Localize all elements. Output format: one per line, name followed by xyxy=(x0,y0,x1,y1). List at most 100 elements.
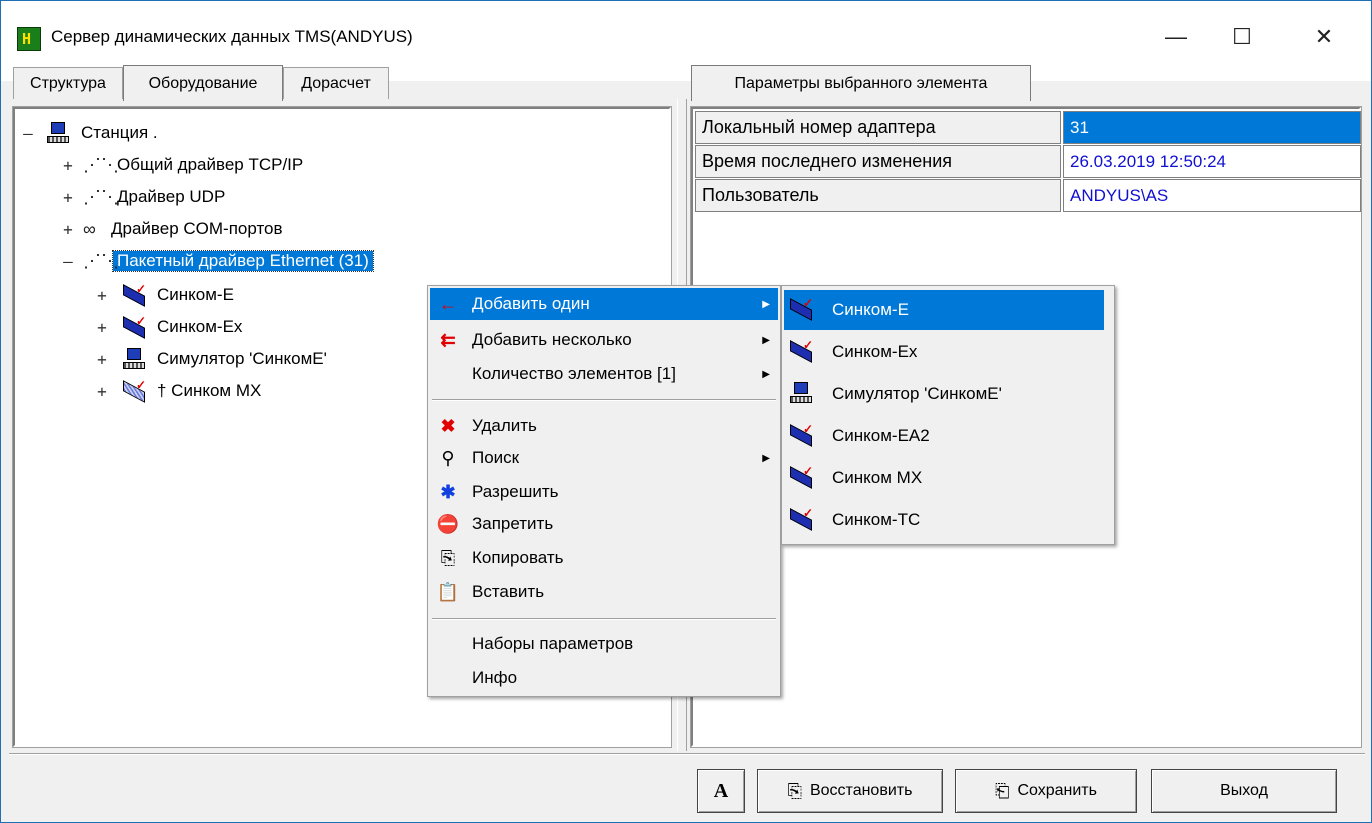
menu-item-paste[interactable]: 📋 Вставить xyxy=(430,576,778,608)
save-button[interactable]: ⎗ Сохранить xyxy=(955,769,1137,813)
device-icon: ✓ xyxy=(790,338,814,363)
menu-item-label: Вставить xyxy=(472,582,545,601)
device-icon: ✓ xyxy=(790,506,814,531)
bottom-divider xyxy=(9,753,1365,755)
tree-node-label: Станция . xyxy=(81,123,158,142)
tab-selected-params[interactable]: Параметры выбранного элемента xyxy=(691,65,1031,101)
forbid-icon: ⛔ xyxy=(436,513,460,534)
submenu-item-label: Синком-Е xyxy=(832,300,909,319)
submenu-item-sincom-e[interactable]: ✓ Синком-Е xyxy=(784,290,1104,330)
property-value[interactable]: ANDYUS\AS xyxy=(1063,179,1361,212)
expand-icon[interactable]: + xyxy=(95,318,109,337)
computer-icon xyxy=(123,348,147,370)
device-icon: ✓ xyxy=(790,296,814,321)
tree-node-label: Синком-Е xyxy=(157,285,234,304)
menu-item-add-one[interactable]: ← Добавить один ▶ xyxy=(430,288,778,320)
font-button[interactable]: A xyxy=(697,769,745,813)
menu-item-param-sets[interactable]: Наборы параметров xyxy=(430,628,778,660)
tree-node-label: Общий драйвер TCP/IP xyxy=(117,155,304,174)
tab-recalc[interactable]: Дорасчет xyxy=(283,67,389,99)
tree-node-device[interactable]: + Симулятор 'СинкомЕ' xyxy=(95,345,331,373)
tree-node-label: Синком-Ех xyxy=(157,317,243,336)
tree-node-device[interactable]: + ✓ Синком-Е xyxy=(95,281,238,309)
menu-item-enable[interactable]: ✱ Разрешить xyxy=(430,476,778,508)
save-label: Сохранить xyxy=(1017,782,1097,799)
tree-node-device[interactable]: + ✓ † Синком МХ xyxy=(95,377,265,405)
expand-icon[interactable]: + xyxy=(61,188,75,207)
expand-icon[interactable]: + xyxy=(61,156,75,175)
tree-node-driver[interactable]: + ∞ Драйвер COM-портов xyxy=(61,215,287,243)
menu-item-delete[interactable]: ✖ Удалить xyxy=(430,410,778,442)
tree-node-label: Драйвер COM-портов xyxy=(111,219,283,238)
computer-icon xyxy=(790,382,812,404)
expand-icon[interactable]: + xyxy=(95,350,109,369)
save-icon: ⎗ xyxy=(995,780,1010,801)
tree-node-label: Пакетный драйвер Ethernet (31) xyxy=(112,250,374,272)
submenu-item-label: Симулятор 'СинкомЕ' xyxy=(832,384,1002,403)
expand-icon[interactable]: + xyxy=(95,382,109,401)
menu-item-label: Копировать xyxy=(472,548,564,567)
menu-item-info[interactable]: Инфо xyxy=(430,662,778,694)
expand-icon[interactable]: + xyxy=(95,286,109,305)
menu-item-label: Запретить xyxy=(472,514,554,533)
menu-item-label: Добавить несколько xyxy=(472,330,632,349)
device-icon: ✓ xyxy=(123,282,147,307)
menu-item-label: Поиск xyxy=(472,448,520,467)
menu-item-add-several[interactable]: ⇇ Добавить несколько ▶ xyxy=(430,324,778,356)
submenu-item-label: Синком-ТС xyxy=(832,510,921,529)
network-icon: ⋰⋱ xyxy=(83,155,119,175)
restore-icon: ⎘ xyxy=(787,780,802,801)
property-name: Локальный номер адаптера xyxy=(695,111,1061,144)
minimize-button[interactable]: — xyxy=(1151,17,1201,57)
menu-item-label: Добавить один xyxy=(472,294,590,313)
collapse-icon[interactable]: – xyxy=(21,124,35,143)
restore-button[interactable]: ⎘ Восстановить xyxy=(757,769,943,813)
restore-label: Восстановить xyxy=(809,782,913,799)
menu-separator xyxy=(432,399,776,401)
submenu-item-sincom-ex[interactable]: ✓ Синком-Ех xyxy=(784,332,1104,372)
submenu-item-sincom-ea2[interactable]: ✓ Синком-ЕА2 xyxy=(784,416,1104,456)
tree-node-label: Симулятор 'СинкомЕ' xyxy=(157,349,327,368)
tree-node-station[interactable]: – Станция . xyxy=(21,119,162,147)
property-value[interactable]: 31 xyxy=(1063,111,1361,144)
menu-item-search[interactable]: ⚲ Поиск ▶ xyxy=(430,442,778,474)
maximize-button[interactable]: ☐ xyxy=(1217,17,1267,57)
tree-node-label: Драйвер UDP xyxy=(117,187,226,206)
property-value[interactable]: 26.03.2019 12:50:24 xyxy=(1063,145,1361,178)
submenu-item-label: Синком МХ xyxy=(832,468,923,487)
tree-node-device[interactable]: + ✓ Синком-Ех xyxy=(95,313,246,341)
collapse-icon[interactable]: – xyxy=(61,252,75,271)
double-arrow-left-icon: ⇇ xyxy=(440,329,456,350)
computer-icon xyxy=(47,122,71,144)
menu-item-element-count[interactable]: Количество элементов [1] ▶ xyxy=(430,358,778,390)
paste-icon: 📋 xyxy=(436,581,460,602)
enable-icon: ✱ xyxy=(440,481,456,502)
tree-node-driver[interactable]: + ⋰⋱ Драйвер UDP xyxy=(61,183,229,211)
property-name: Пользователь xyxy=(695,179,1061,212)
tree-node-driver[interactable]: + ⋰⋱ Общий драйвер TCP/IP xyxy=(61,151,307,179)
tab-equipment[interactable]: Оборудование xyxy=(123,65,283,101)
expand-icon[interactable]: + xyxy=(61,220,75,239)
tab-structure[interactable]: Структура xyxy=(13,67,123,99)
close-button[interactable]: ✕ xyxy=(1299,17,1349,57)
menu-item-label: Инфо xyxy=(472,668,518,687)
submenu-item-sincom-tc[interactable]: ✓ Синком-ТС xyxy=(784,500,1104,540)
submenu-item-sincom-mx[interactable]: ✓ Синком МХ xyxy=(784,458,1104,498)
tree-node-label: † Синком МХ xyxy=(157,381,262,400)
menu-item-copy[interactable]: ⎘ Копировать xyxy=(430,542,778,574)
menu-separator xyxy=(432,618,776,620)
submenu-arrow-icon: ▶ xyxy=(762,368,770,380)
window-title: Сервер динамических данных TMS(ANDYUS) xyxy=(51,27,413,46)
exit-button[interactable]: Выход xyxy=(1151,769,1337,813)
submenu-item-label: Синком-Ех xyxy=(832,342,918,361)
tree-node-driver-selected[interactable]: – ⋰⋱ Пакетный драйвер Ethernet (31) xyxy=(61,247,374,275)
property-name: Время последнего изменения xyxy=(695,145,1061,178)
delete-icon: ✖ xyxy=(440,415,456,436)
menu-item-label: Удалить xyxy=(472,416,537,435)
submenu-item-simulator[interactable]: Симулятор 'СинкомЕ' xyxy=(784,374,1104,414)
menu-item-forbid[interactable]: ⛔ Запретить xyxy=(430,508,778,540)
device-icon: ✓ xyxy=(123,314,147,339)
menu-item-label: Количество элементов [1] xyxy=(472,364,676,383)
com-port-icon: ∞ xyxy=(83,219,96,239)
menu-item-label: Разрешить xyxy=(472,482,559,501)
